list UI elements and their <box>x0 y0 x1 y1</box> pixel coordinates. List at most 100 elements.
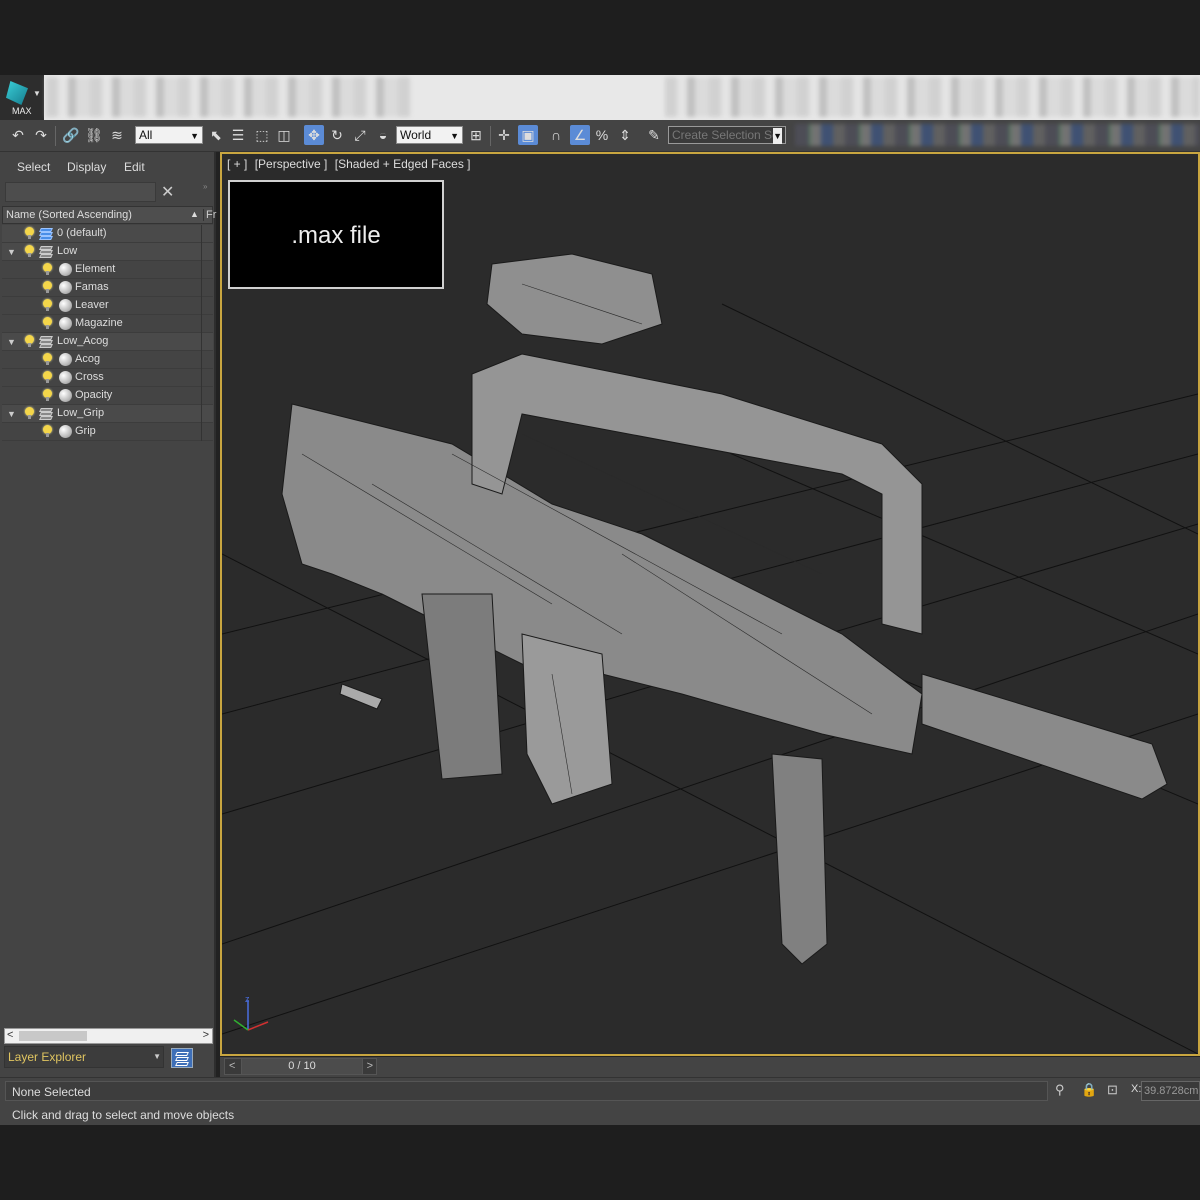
blurred-toolbar-region <box>795 124 1200 146</box>
expand-triangle-icon[interactable]: ▼ <box>7 247 16 257</box>
object-row[interactable]: Element <box>2 261 213 279</box>
object-row[interactable]: Opacity <box>2 387 213 405</box>
selection-filter-select[interactable]: All ▼ <box>135 126 203 144</box>
scroll-right-icon[interactable]: > <box>203 1029 209 1041</box>
visibility-bulb-icon[interactable] <box>43 263 52 275</box>
visibility-bulb-icon[interactable] <box>43 389 52 401</box>
visibility-bulb-icon[interactable] <box>43 371 52 383</box>
viewport-shading-mode[interactable]: [Shaded + Edged Faces ] <box>335 157 471 171</box>
unlink-icon[interactable]: ⛓ <box>84 125 104 145</box>
visibility-bulb-icon[interactable] <box>43 281 52 293</box>
layer-row[interactable]: ▼ Low_Grip <box>2 405 213 423</box>
keyboard-shortcut-override-icon[interactable]: ▣ <box>518 125 538 145</box>
layer-explorer-dropdown[interactable]: Layer Explorer ▼ <box>4 1046 164 1068</box>
edit-named-selection-icon[interactable]: ✎ <box>644 125 664 145</box>
angle-snap-icon[interactable]: ∠ <box>570 125 590 145</box>
y-axis-line <box>233 1019 249 1031</box>
layer-icon <box>39 407 53 420</box>
menu-display[interactable]: Display <box>67 160 106 174</box>
frozen-column-cell <box>201 423 202 441</box>
row-label: Low_Acog <box>57 335 109 347</box>
viewport-label[interactable]: [ + ] [Perspective ] [Shaded + Edged Fac… <box>227 157 475 171</box>
blurred-title-region <box>46 77 411 117</box>
pivot-center-icon[interactable]: ⊞ <box>466 125 486 145</box>
x-coordinate-field[interactable]: 39.8728cm <box>1141 1081 1200 1101</box>
selection-set-select[interactable]: Create Selection Se ▼ <box>668 126 786 144</box>
rect-selection-icon[interactable]: ⬚ <box>252 125 272 145</box>
sort-by-layer-button[interactable] <box>171 1048 193 1068</box>
selection-filter-value: All <box>139 128 153 142</box>
menu-select[interactable]: Select <box>17 160 50 174</box>
object-row[interactable]: Acog <box>2 351 213 369</box>
prev-frame-button[interactable]: < <box>229 1060 235 1072</box>
layers-icon <box>175 1062 189 1066</box>
blurred-title-region-right <box>665 77 1200 117</box>
select-object-icon[interactable]: ⬉ <box>206 125 226 145</box>
explorer-search-input[interactable] <box>5 182 156 202</box>
select-and-move-icon[interactable]: ✥ <box>304 125 324 145</box>
column-header[interactable]: Name (Sorted Ascending) ▲ Fr <box>2 206 216 224</box>
viewport-menu-plus[interactable]: [ + ] <box>227 157 247 171</box>
visibility-bulb-icon[interactable] <box>25 227 34 239</box>
visibility-bulb-icon[interactable] <box>43 299 52 311</box>
window-crossing-icon[interactable]: ◫ <box>274 125 294 145</box>
bipod-leg <box>771 753 828 965</box>
select-and-place-icon[interactable]: ◒ <box>373 125 393 145</box>
object-row[interactable]: Famas <box>2 279 213 297</box>
viewport-view-type[interactable]: [Perspective ] <box>255 157 328 171</box>
lock-icon[interactable]: 🔒 <box>1081 1082 1097 1098</box>
layer-row[interactable]: ▼ Low_Acog <box>2 333 213 351</box>
visibility-bulb-icon[interactable] <box>25 407 34 419</box>
horizontal-scrollbar[interactable]: < > <box>4 1028 213 1044</box>
spinner-snap-icon[interactable]: ⇕ <box>615 125 635 145</box>
prompt-line: Click and drag to select and move object… <box>12 1108 235 1122</box>
status-bar: None Selected Click and drag to select a… <box>0 1077 1200 1125</box>
undo-icon[interactable]: ↶ <box>8 125 28 145</box>
reference-coord-select[interactable]: World ▼ <box>396 126 463 144</box>
expand-triangle-icon[interactable]: ▼ <box>7 337 16 347</box>
absolute-mode-icon[interactable]: ⊡ <box>1107 1082 1118 1098</box>
layer-explorer-label: Layer Explorer <box>8 1050 87 1064</box>
object-row[interactable]: Grip <box>2 423 213 441</box>
frame-indicator[interactable]: 0 / 10 <box>241 1059 363 1074</box>
row-label: Magazine <box>75 317 123 329</box>
sort-ascending-icon: ▲ <box>190 209 199 219</box>
app-menu-button[interactable]: ▼ MAX <box>0 75 44 120</box>
percent-snap-icon[interactable]: % <box>592 125 612 145</box>
top-letterbox <box>0 0 1200 75</box>
snaps-toggle-icon[interactable]: ∩ <box>546 125 566 145</box>
visibility-bulb-icon[interactable] <box>43 353 52 365</box>
next-frame-button[interactable]: > <box>367 1060 373 1072</box>
visibility-bulb-icon[interactable] <box>25 335 34 347</box>
frozen-column-cell <box>201 405 202 423</box>
select-manipulate-icon[interactable]: ✛ <box>494 125 514 145</box>
select-and-scale-icon[interactable]: ⤢ <box>350 125 370 145</box>
object-row[interactable]: Magazine <box>2 315 213 333</box>
visibility-bulb-icon[interactable] <box>43 317 52 329</box>
visibility-bulb-icon[interactable] <box>43 425 52 437</box>
layer-row[interactable]: 0 (default) <box>2 225 213 243</box>
row-label: Acog <box>75 353 101 365</box>
panel-grip-icon[interactable]: » <box>203 182 207 191</box>
max-logo-icon <box>6 81 28 105</box>
scroll-left-icon[interactable]: < <box>7 1029 13 1041</box>
perspective-viewport[interactable]: z [ + ] [Perspective ] [Shaded + Edged F… <box>220 152 1200 1056</box>
object-row[interactable]: Leaver <box>2 297 213 315</box>
reference-coord-value: World <box>400 128 432 142</box>
redo-icon[interactable]: ↷ <box>31 125 51 145</box>
object-row[interactable]: Cross <box>2 369 213 387</box>
row-label: Element <box>75 263 116 275</box>
scrollbar-thumb[interactable] <box>19 1031 87 1041</box>
layer-row[interactable]: ▼ Low <box>2 243 213 261</box>
isolate-selection-icon[interactable]: ⚲ <box>1055 1082 1065 1098</box>
select-and-rotate-icon[interactable]: ↻ <box>327 125 347 145</box>
close-icon[interactable]: ✕ <box>161 182 174 202</box>
time-slider[interactable]: < 0 / 10 > <box>224 1058 377 1075</box>
bind-space-warp-icon[interactable]: ≋ <box>107 125 127 145</box>
frozen-column-cell <box>201 261 202 279</box>
link-icon[interactable]: 🔗 <box>61 125 81 145</box>
expand-triangle-icon[interactable]: ▼ <box>7 409 16 419</box>
select-by-name-icon[interactable]: ☰ <box>228 125 248 145</box>
menu-edit[interactable]: Edit <box>124 160 145 174</box>
visibility-bulb-icon[interactable] <box>25 245 34 257</box>
